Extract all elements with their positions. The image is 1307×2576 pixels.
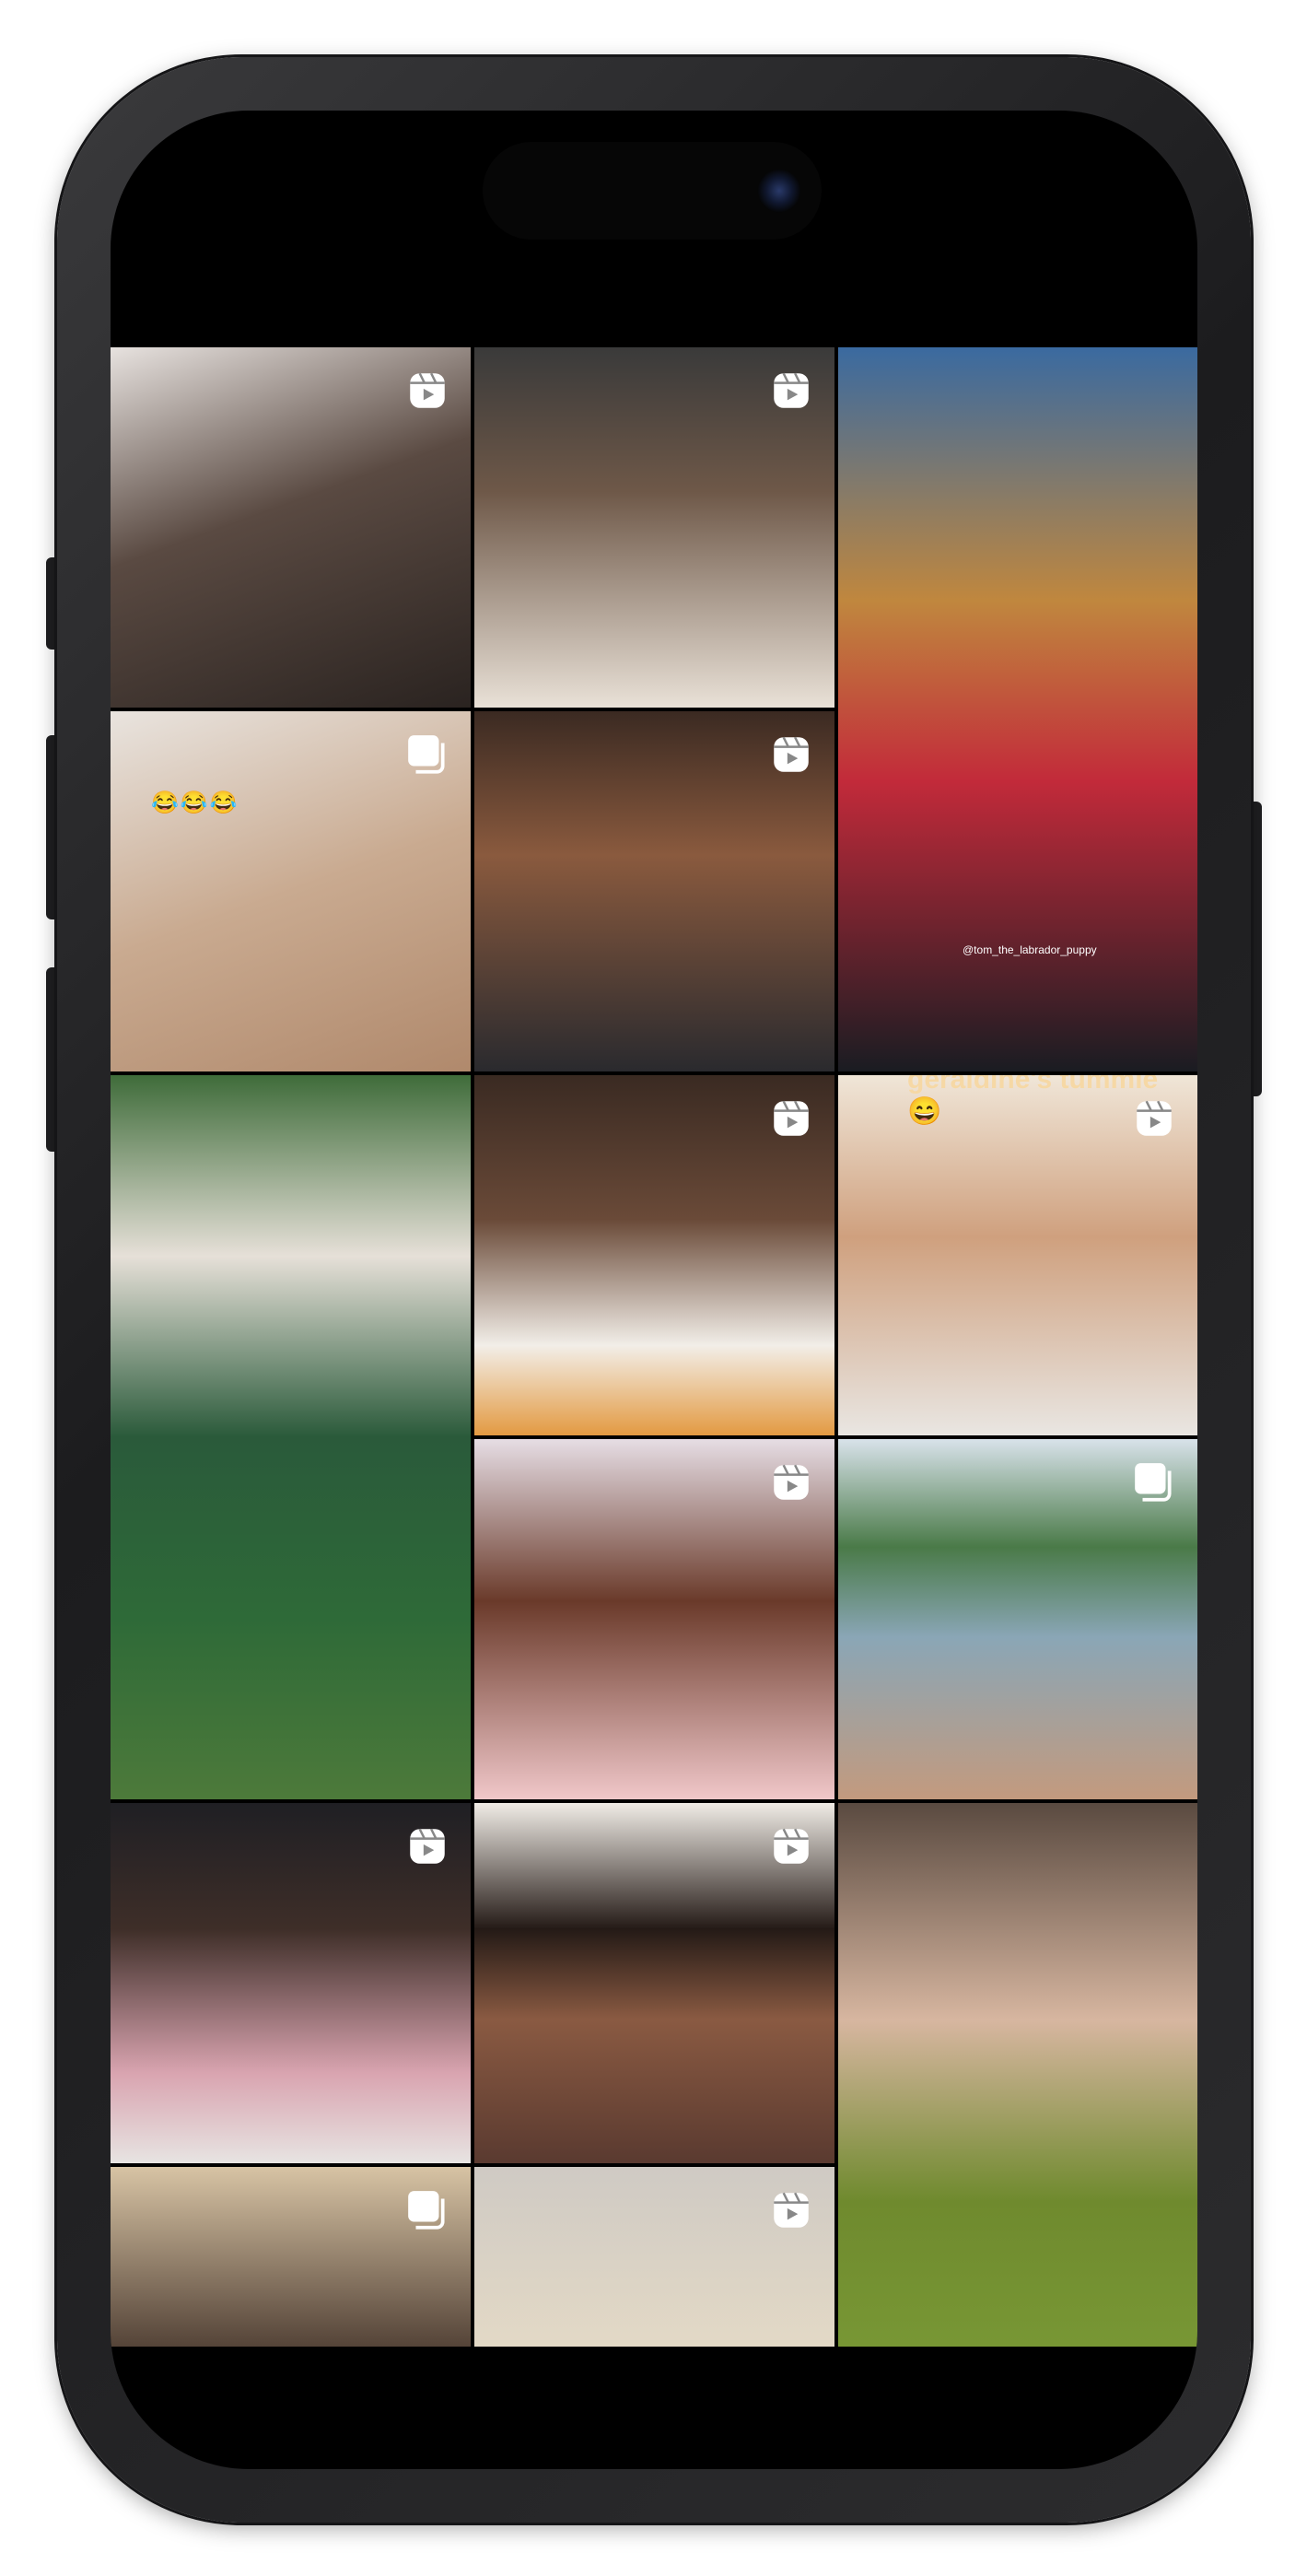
explore-grid: @tom_the_labrador_puppy 😂😂😂 geraldine's … (111, 347, 1197, 2347)
front-camera (757, 169, 801, 213)
grid-tile[interactable] (111, 1803, 471, 2163)
reels-icon (768, 1459, 814, 1505)
phone-screen: @tom_the_labrador_puppy 😂😂😂 geraldine's … (111, 111, 1197, 2469)
grid-tile[interactable] (111, 1075, 471, 1799)
grid-tile[interactable] (838, 1439, 1197, 1799)
carousel-icon (404, 2187, 450, 2233)
grid-tile[interactable] (474, 1439, 834, 1799)
grid-tile[interactable] (474, 347, 834, 708)
grid-tile[interactable] (474, 1075, 834, 1435)
grid-tile[interactable]: @tom_the_labrador_puppy (838, 347, 1197, 1071)
reels-icon (1131, 1095, 1177, 1142)
tile-watermark: @tom_the_labrador_puppy (963, 943, 1097, 956)
grid-tile[interactable] (474, 2167, 834, 2347)
reels-icon (768, 1095, 814, 1142)
tile-emoji-caption: 😂😂😂 (151, 790, 239, 815)
grid-tile[interactable] (111, 2167, 471, 2347)
reels-icon (768, 368, 814, 414)
grid-tile[interactable] (474, 1803, 834, 2163)
carousel-icon (404, 732, 450, 778)
reels-icon (768, 732, 814, 778)
reels-icon (404, 1823, 450, 1869)
grid-tile[interactable]: geraldine's tummie 😄 (838, 1075, 1197, 1435)
grid-tile[interactable] (474, 711, 834, 1071)
dynamic-island (483, 142, 822, 240)
carousel-icon (1131, 1459, 1177, 1505)
grid-tile[interactable] (838, 1803, 1197, 2347)
grid-tile[interactable] (111, 347, 471, 708)
reels-icon (768, 1823, 814, 1869)
grid-tile[interactable]: 😂😂😂 (111, 711, 471, 1071)
reels-icon (404, 368, 450, 414)
reels-icon (768, 2187, 814, 2233)
